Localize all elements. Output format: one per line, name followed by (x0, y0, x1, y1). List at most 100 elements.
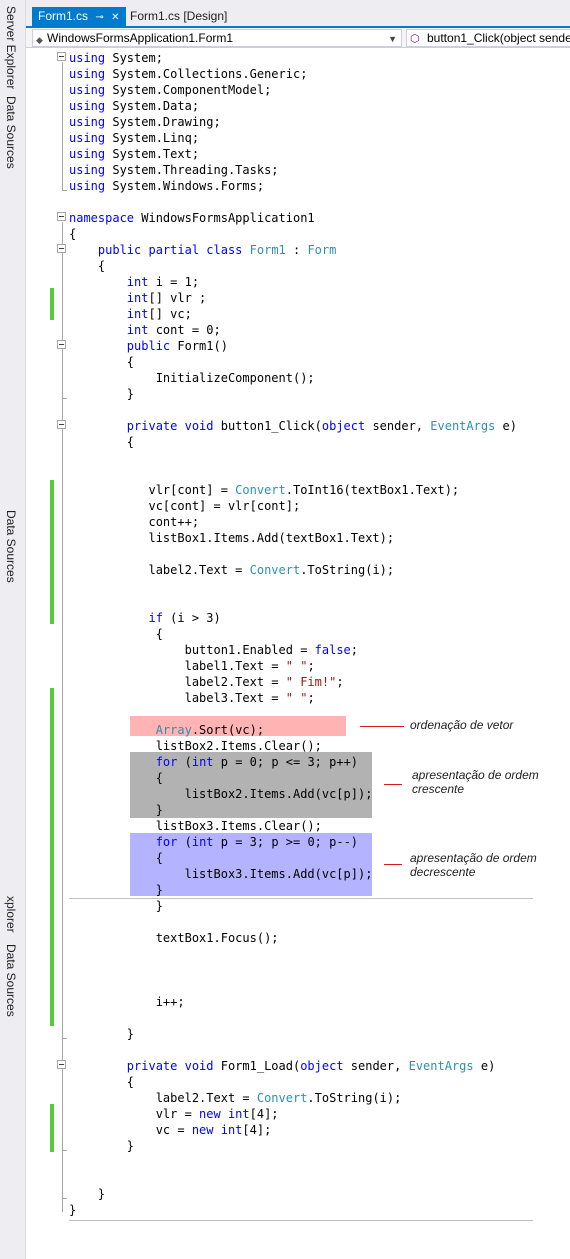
code-line[interactable]: using System.Linq; (69, 130, 199, 146)
code-line[interactable]: using System.Text; (69, 146, 199, 162)
code-token: { (69, 1075, 135, 1089)
code-token: label2.Text = (69, 563, 250, 577)
data-sources-tab-2[interactable]: Data Sources (4, 510, 18, 583)
code-token: ( (177, 835, 192, 849)
code-token: label2.Text = (69, 1091, 257, 1105)
code-token: int (126, 323, 149, 337)
collapse-icon[interactable] (57, 52, 66, 61)
code-token: vc[cont] = vlr[cont]; (69, 499, 301, 513)
code-line[interactable]: textBox1.Focus(); (69, 930, 279, 946)
code-line[interactable]: for (int p = 3; p >= 0; p--) (69, 834, 358, 850)
code-token: WindowsFormsApplication1 (134, 211, 315, 225)
code-token: using (69, 99, 106, 113)
code-line[interactable]: listBox2.Items.Clear(); (69, 738, 322, 754)
code-line[interactable]: label3.Text = " "; (69, 690, 315, 706)
collapse-icon[interactable] (57, 244, 66, 253)
code-line[interactable]: using System.ComponentModel; (69, 82, 271, 98)
code-line[interactable]: int i = 1; (69, 274, 199, 290)
code-token: label3.Text = (69, 691, 286, 705)
code-line[interactable]: { (69, 226, 76, 242)
code-line[interactable]: button1.Enabled = false; (69, 642, 358, 658)
tab-form1-design[interactable]: Form1.cs [Design] (124, 7, 233, 28)
code-line[interactable]: namespace WindowsFormsApplication1 (69, 210, 315, 226)
code-line[interactable]: public partial class Form1 : Form (69, 242, 336, 258)
code-line[interactable]: listBox3.Items.Add(vc[p]); (69, 866, 373, 882)
code-editor[interactable]: using System; using System.Collections.Ge… (26, 48, 570, 1259)
code-line[interactable]: for (int p = 0; p <= 3; p++) (69, 754, 358, 770)
code-token: .ToString(i); (300, 563, 395, 577)
code-line[interactable]: { (69, 626, 163, 642)
code-line[interactable]: using System.Threading.Tasks; (69, 162, 279, 178)
code-line[interactable]: int[] vlr ; (69, 290, 206, 306)
code-line[interactable]: label2.Text = " Fim!"; (69, 674, 344, 690)
annotation-pointer (384, 864, 402, 865)
navigation-bar: ◆ WindowsFormsApplication1.Form1 ▼ ⬡ but… (26, 28, 570, 48)
code-token: if (148, 611, 163, 625)
code-line[interactable]: listBox1.Items.Add(textBox1.Text); (69, 530, 394, 546)
server-explorer-tab[interactable]: Server Explorer (4, 6, 18, 89)
member-dropdown[interactable]: ⬡ button1_Click(object sende (406, 29, 570, 47)
code-line[interactable]: vc[cont] = vlr[cont]; (69, 498, 300, 514)
code-line[interactable]: using System; (69, 50, 163, 66)
code-line[interactable]: int[] vc; (69, 306, 192, 322)
code-line[interactable]: label2.Text = Convert.ToString(i); (69, 562, 394, 578)
collapse-icon[interactable] (57, 212, 66, 221)
code-token: } (69, 883, 163, 897)
code-token: listBox3.Items.Clear(); (69, 819, 322, 833)
collapse-icon[interactable] (57, 1060, 66, 1069)
code-line[interactable]: } (69, 1026, 134, 1042)
class-dropdown[interactable]: ◆ WindowsFormsApplication1.Form1 ▼ (32, 29, 402, 47)
code-line[interactable]: using System.Data; (69, 98, 199, 114)
code-line[interactable]: using System.Collections.Generic; (69, 66, 307, 82)
code-line[interactable]: listBox3.Items.Clear(); (69, 818, 322, 834)
code-line[interactable]: int cont = 0; (69, 322, 221, 338)
code-line[interactable]: label2.Text = Convert.ToString(i); (69, 1090, 402, 1106)
code-line[interactable]: { (69, 1074, 134, 1090)
code-token: i++; (69, 995, 185, 1009)
code-token: button1_Click( (213, 419, 322, 433)
code-line[interactable]: listBox2.Items.Add(vc[p]); (69, 786, 373, 802)
code-line[interactable]: vlr[cont] = Convert.ToInt16(textBox1.Tex… (69, 482, 459, 498)
code-line[interactable]: } (69, 898, 163, 914)
code-line[interactable]: Array.Sort(vc); (69, 722, 264, 738)
code-line[interactable]: { (69, 258, 105, 274)
code-line[interactable]: { (69, 850, 163, 866)
code-line[interactable]: label1.Text = " "; (69, 658, 315, 674)
code-line[interactable]: } (69, 1202, 76, 1218)
data-sources-tab-3[interactable]: Data Sources (4, 944, 18, 1017)
server-explorer-tab-clipped[interactable]: xplorer (4, 896, 18, 933)
code-line[interactable]: vlr = new int[4]; (69, 1106, 279, 1122)
outline-end (62, 398, 67, 399)
code-token: i = 1; (148, 275, 200, 289)
code-line[interactable]: } (69, 386, 134, 402)
code-line[interactable]: } (69, 1138, 134, 1154)
code-token: } (69, 1187, 106, 1201)
code-token: cont++; (69, 515, 200, 529)
code-token: p = 0; p <= 3; p++) (213, 755, 359, 769)
code-line[interactable]: } (69, 802, 163, 818)
code-line[interactable]: public Form1() (69, 338, 228, 354)
class-icon: ◆ (36, 35, 43, 45)
code-line[interactable]: { (69, 770, 163, 786)
pin-icon[interactable]: ⊸ (95, 8, 103, 27)
code-line[interactable]: { (69, 434, 134, 450)
code-line[interactable]: cont++; (69, 514, 199, 530)
collapse-icon[interactable] (57, 420, 66, 429)
code-line[interactable]: i++; (69, 994, 185, 1010)
code-line[interactable]: if (i > 3) (69, 610, 220, 626)
code-token: using (69, 147, 106, 161)
code-line[interactable]: using System.Drawing; (69, 114, 221, 130)
data-sources-tab[interactable]: Data Sources (4, 96, 18, 169)
code-line[interactable]: } (69, 1186, 105, 1202)
code-line[interactable]: private void button1_Click(object sender… (69, 418, 517, 434)
code-line[interactable]: private void Form1_Load(object sender, E… (69, 1058, 496, 1074)
collapse-icon[interactable] (57, 340, 66, 349)
code-line[interactable]: InitializeComponent(); (69, 370, 315, 386)
code-line[interactable]: { (69, 354, 134, 370)
tab-form1-cs[interactable]: Form1.cs ⊸ ✕ (32, 7, 126, 28)
code-line[interactable]: vc = new int[4]; (69, 1122, 272, 1138)
close-icon[interactable]: ✕ (111, 8, 119, 27)
code-line[interactable]: } (69, 882, 163, 898)
tab-label: Form1.cs [Design] (130, 9, 228, 23)
code-line[interactable]: using System.Windows.Forms; (69, 178, 264, 194)
